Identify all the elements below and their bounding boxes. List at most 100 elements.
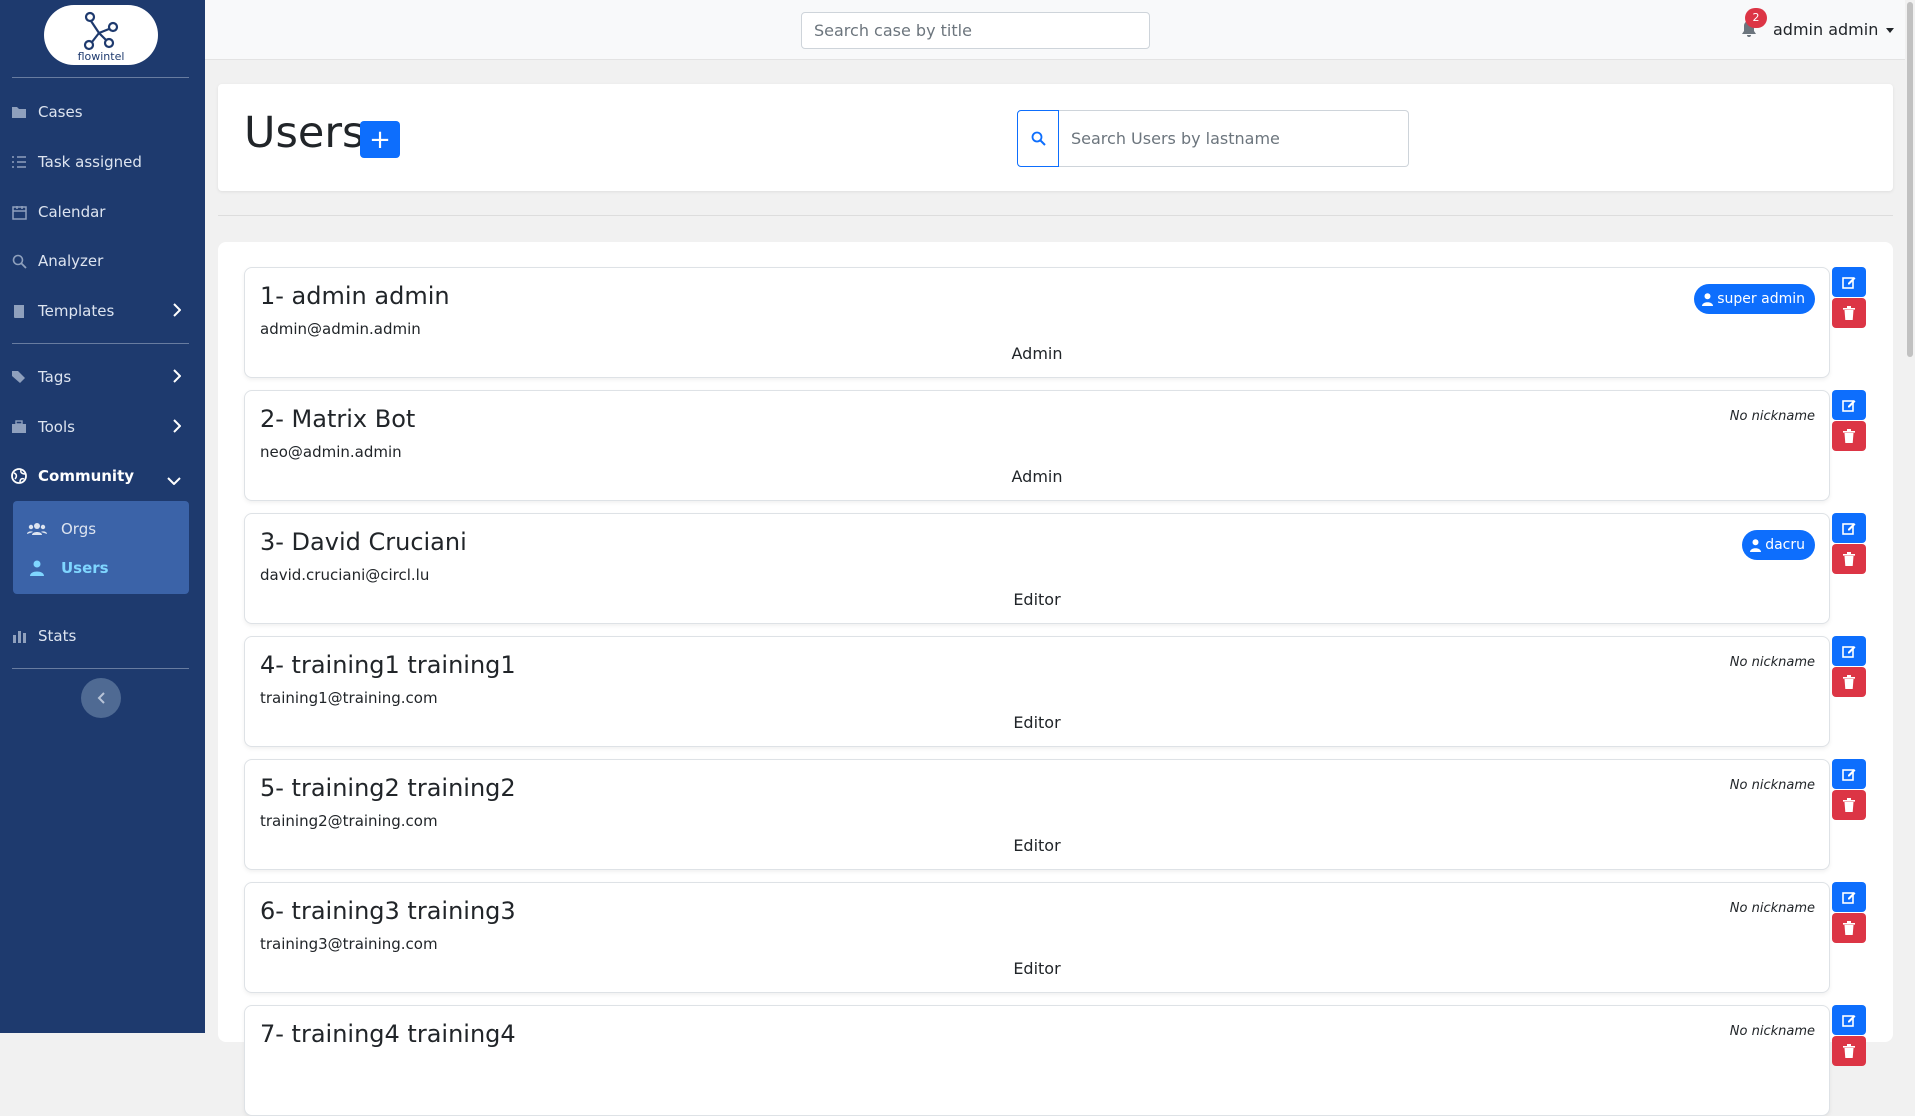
collapse-sidebar-button[interactable] bbox=[81, 678, 121, 718]
delete-user-button[interactable] bbox=[1832, 421, 1866, 451]
sidebar-divider bbox=[12, 343, 189, 344]
edit-icon bbox=[1842, 892, 1856, 904]
user-role: Admin bbox=[1011, 344, 1063, 363]
no-nickname-label: No nickname bbox=[1729, 901, 1815, 916]
user-icon bbox=[1702, 292, 1714, 306]
sidebar-item-users[interactable]: Users bbox=[27, 555, 109, 581]
edit-icon bbox=[1842, 400, 1856, 412]
bar-chart-icon bbox=[10, 627, 28, 645]
user-icon bbox=[1750, 538, 1762, 552]
sidebar-item-analyzer[interactable]: Analyzer bbox=[10, 245, 195, 277]
user-role: Editor bbox=[1013, 590, 1061, 609]
user-email: training1@training.com bbox=[260, 689, 438, 707]
user-role: Editor bbox=[1013, 713, 1061, 732]
sidebar-item-label: Calendar bbox=[38, 203, 106, 221]
sidebar-item-label: Community bbox=[38, 467, 135, 485]
edit-user-button[interactable] bbox=[1832, 759, 1866, 789]
topbar: 2 admin admin bbox=[205, 0, 1905, 60]
trash-icon bbox=[1843, 306, 1855, 320]
sidebar-item-label: Task assigned bbox=[38, 153, 142, 171]
search-icon bbox=[1031, 131, 1046, 146]
user-email: admin@admin.admin bbox=[260, 320, 421, 338]
globe-icon bbox=[10, 467, 28, 485]
no-nickname-label: No nickname bbox=[1729, 1024, 1815, 1039]
sidebar-item-task-assigned[interactable]: Task assigned bbox=[10, 146, 195, 178]
edit-user-button[interactable] bbox=[1832, 1005, 1866, 1035]
community-submenu: Orgs Users bbox=[13, 501, 189, 594]
delete-user-button[interactable] bbox=[1832, 913, 1866, 943]
user-email: david.cruciani@circl.lu bbox=[260, 566, 430, 584]
folder-icon bbox=[10, 103, 28, 121]
delete-user-button[interactable] bbox=[1832, 667, 1866, 697]
user-card: 6- training3 training3 training3@trainin… bbox=[244, 882, 1830, 993]
search-icon bbox=[10, 252, 28, 270]
user-role: Editor bbox=[1013, 836, 1061, 855]
user-search-input[interactable] bbox=[1059, 110, 1409, 167]
edit-user-button[interactable] bbox=[1832, 882, 1866, 912]
users-icon bbox=[27, 522, 47, 536]
user-name: 4- training1 training1 bbox=[260, 651, 516, 679]
delete-user-button[interactable] bbox=[1832, 298, 1866, 328]
chevron-right-icon bbox=[173, 419, 182, 437]
sidebar-item-orgs[interactable]: Orgs bbox=[27, 516, 96, 542]
add-user-button[interactable]: + bbox=[360, 121, 400, 158]
brand-logo[interactable]: flowintel bbox=[44, 5, 158, 65]
section-divider bbox=[218, 215, 1893, 216]
user-name: 7- training4 training4 bbox=[260, 1020, 516, 1048]
user-email: training2@training.com bbox=[260, 812, 438, 830]
sidebar: flowintel Cases Task assigned Calendar A… bbox=[0, 0, 205, 1033]
user-card: 2- Matrix Bot neo@admin.admin Admin No n… bbox=[244, 390, 1830, 501]
delete-user-button[interactable] bbox=[1832, 544, 1866, 574]
book-icon bbox=[10, 302, 28, 320]
sidebar-item-community[interactable]: Community bbox=[10, 460, 195, 492]
scrollbar-thumb[interactable] bbox=[1907, 2, 1913, 357]
edit-icon bbox=[1842, 646, 1856, 658]
sidebar-item-cases[interactable]: Cases bbox=[10, 96, 195, 128]
sidebar-item-label: Tags bbox=[38, 368, 72, 386]
user-email: neo@admin.admin bbox=[260, 443, 402, 461]
user-role: Editor bbox=[1013, 959, 1061, 978]
user-name: 1- admin admin bbox=[260, 282, 450, 310]
sidebar-item-tools[interactable]: Tools bbox=[10, 411, 195, 443]
user-name: 6- training3 training3 bbox=[260, 897, 516, 925]
delete-user-button[interactable] bbox=[1832, 790, 1866, 820]
users-header-card: Users + bbox=[218, 84, 1893, 191]
user-name: 3- David Cruciani bbox=[260, 528, 467, 556]
caret-down-icon bbox=[1886, 28, 1895, 33]
edit-user-button[interactable] bbox=[1832, 390, 1866, 420]
sidebar-item-stats[interactable]: Stats bbox=[10, 620, 195, 652]
sidebar-item-calendar[interactable]: Calendar bbox=[10, 196, 195, 228]
sidebar-item-templates[interactable]: Templates bbox=[10, 295, 195, 327]
sidebar-item-label: Orgs bbox=[61, 520, 97, 538]
nickname-text: dacru bbox=[1765, 537, 1805, 553]
page-title: Users bbox=[244, 108, 365, 158]
user-search-button[interactable] bbox=[1017, 110, 1059, 167]
page-scrollbar[interactable] bbox=[1905, 0, 1915, 1033]
sidebar-divider bbox=[12, 77, 189, 78]
user-menu-dropdown[interactable]: admin admin bbox=[1773, 20, 1895, 39]
edit-icon bbox=[1842, 1015, 1856, 1027]
user-card: 4- training1 training1 training1@trainin… bbox=[244, 636, 1830, 747]
edit-user-button[interactable] bbox=[1832, 267, 1866, 297]
user-email: training3@training.com bbox=[260, 935, 438, 953]
sidebar-divider bbox=[12, 668, 189, 669]
user-card: 3- David Cruciani david.cruciani@circl.l… bbox=[244, 513, 1830, 624]
trash-icon bbox=[1843, 429, 1855, 443]
chevron-right-icon bbox=[173, 303, 182, 321]
edit-icon bbox=[1842, 523, 1856, 535]
no-nickname-label: No nickname bbox=[1729, 778, 1815, 793]
user-card: 5- training2 training2 training2@trainin… bbox=[244, 759, 1830, 870]
tags-icon bbox=[10, 368, 28, 386]
edit-user-button[interactable] bbox=[1832, 513, 1866, 543]
nickname-text: super admin bbox=[1717, 291, 1805, 307]
edit-user-button[interactable] bbox=[1832, 636, 1866, 666]
edit-icon bbox=[1842, 769, 1856, 781]
sidebar-item-tags[interactable]: Tags bbox=[10, 361, 195, 393]
trash-icon bbox=[1843, 552, 1855, 566]
trash-icon bbox=[1843, 921, 1855, 935]
user-icon bbox=[27, 560, 47, 576]
delete-user-button[interactable] bbox=[1832, 1036, 1866, 1066]
trash-icon bbox=[1843, 1044, 1855, 1058]
user-name: 2- Matrix Bot bbox=[260, 405, 416, 433]
case-search-input[interactable] bbox=[801, 12, 1150, 49]
